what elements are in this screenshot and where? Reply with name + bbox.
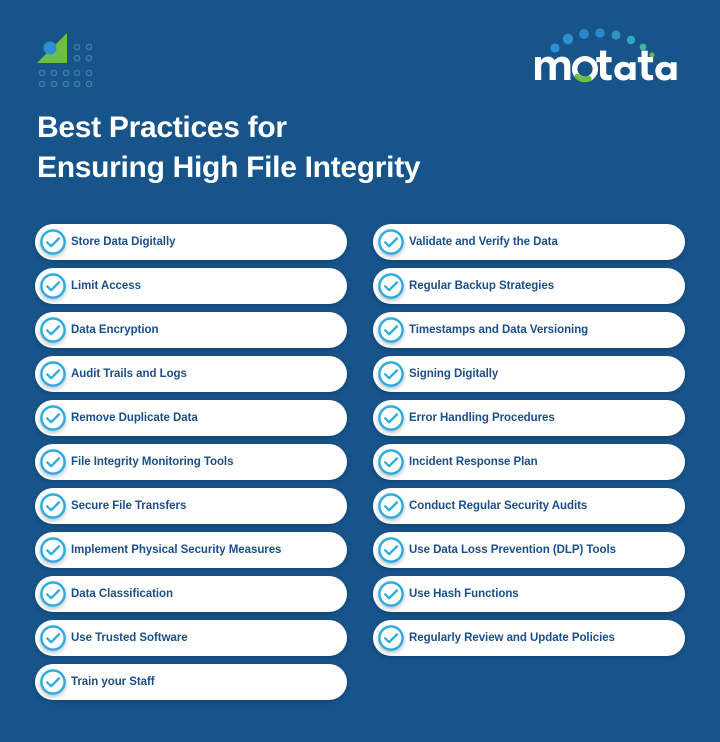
circle-check-icon [38,491,68,521]
circle-check-icon [376,447,406,477]
checklist-item[interactable]: Secure File Transfers [35,488,347,524]
checklist-item[interactable]: File Integrity Monitoring Tools [35,444,347,480]
checklist-item-label: File Integrity Monitoring Tools [71,456,234,468]
checklist-item[interactable]: Use Data Loss Prevention (DLP) Tools [373,532,685,568]
checklist-item[interactable]: Validate and Verify the Data [373,224,685,260]
circle-check-icon [376,491,406,521]
checklist-item-label: Audit Trails and Logs [71,368,187,380]
checklist-item-label: Store Data Digitally [71,236,176,248]
motadata-logo [533,26,693,84]
header [0,0,720,104]
checklist-item[interactable]: Remove Duplicate Data [35,400,347,436]
checklist-item[interactable]: Regular Backup Strategies [373,268,685,304]
checklist-item-label: Secure File Transfers [71,500,187,512]
checklist-item-label: Error Handling Procedures [409,412,555,424]
circle-check-icon [376,403,406,433]
checklist-item-label: Use Data Loss Prevention (DLP) Tools [409,544,616,556]
checklist-item[interactable]: Audit Trails and Logs [35,356,347,392]
checklist-item[interactable]: Timestamps and Data Versioning [373,312,685,348]
page-title: Best Practices for Ensuring High File In… [37,108,677,188]
checklist-item-label: Data Classification [71,588,173,600]
checklist-item[interactable]: Use Trusted Software [35,620,347,656]
circle-check-icon [38,403,68,433]
checklist-item-label: Implement Physical Security Measures [71,544,282,556]
circle-check-icon [38,227,68,257]
logo-o-ring-icon [572,56,599,83]
checklist-right-column: Validate and Verify the Data Regular Bac… [373,224,685,700]
checklist-item-label: Conduct Regular Security Audits [409,500,588,512]
page-title-line-2: Ensuring High File Integrity [37,151,421,184]
checklist-item-label: Remove Duplicate Data [71,412,198,424]
checklist-item-label: Signing Digitally [409,368,499,380]
page-title-line-1: Best Practices for [37,111,287,144]
checklist-item[interactable]: Use Hash Functions [373,576,685,612]
checklist-left-column: Store Data Digitally Limit Access Data E… [35,224,347,700]
checklist-item-label: Regular Backup Strategies [409,280,555,292]
checklist-item-label: Data Encryption [71,324,159,336]
triangle-dots-logo-icon [33,29,95,91]
checklist: Store Data Digitally Limit Access Data E… [0,224,720,700]
circle-check-icon [38,271,68,301]
checklist-item-label: Limit Access [71,280,141,292]
circle-check-icon [38,623,68,653]
checklist-item[interactable]: Signing Digitally [373,356,685,392]
circle-check-icon [38,359,68,389]
circle-check-icon [376,623,406,653]
circle-check-icon [376,535,406,565]
checklist-item-label: Validate and Verify the Data [409,236,558,248]
checklist-item-label: Train your Staff [71,676,155,688]
circle-check-icon [38,535,68,565]
checklist-item[interactable]: Error Handling Procedures [373,400,685,436]
checklist-item[interactable]: Train your Staff [35,664,347,700]
checklist-item[interactable]: Implement Physical Security Measures [35,532,347,568]
circle-check-icon [38,579,68,609]
circle-check-icon [376,315,406,345]
circle-check-icon [38,447,68,477]
checklist-item-label: Use Trusted Software [71,632,188,644]
checklist-item[interactable]: Incident Response Plan [373,444,685,480]
checklist-item-label: Timestamps and Data Versioning [409,324,589,336]
infographic-page: Best Practices for Ensuring High File In… [0,0,720,742]
checklist-item[interactable]: Limit Access [35,268,347,304]
checklist-item-label: Regularly Review and Update Policies [409,632,615,644]
checklist-item[interactable]: Conduct Regular Security Audits [373,488,685,524]
checklist-item-label: Use Hash Functions [409,588,519,600]
circle-check-icon [376,271,406,301]
checklist-item[interactable]: Store Data Digitally [35,224,347,260]
circle-check-icon [38,315,68,345]
checklist-item[interactable]: Data Encryption [35,312,347,348]
checklist-item[interactable]: Regularly Review and Update Policies [373,620,685,656]
circle-check-icon [38,667,68,697]
circle-check-icon [376,579,406,609]
circle-check-icon [376,227,406,257]
circle-check-icon [376,359,406,389]
checklist-item[interactable]: Data Classification [35,576,347,612]
checklist-item-label: Incident Response Plan [409,456,538,468]
logo-wordmark-text [535,50,677,81]
